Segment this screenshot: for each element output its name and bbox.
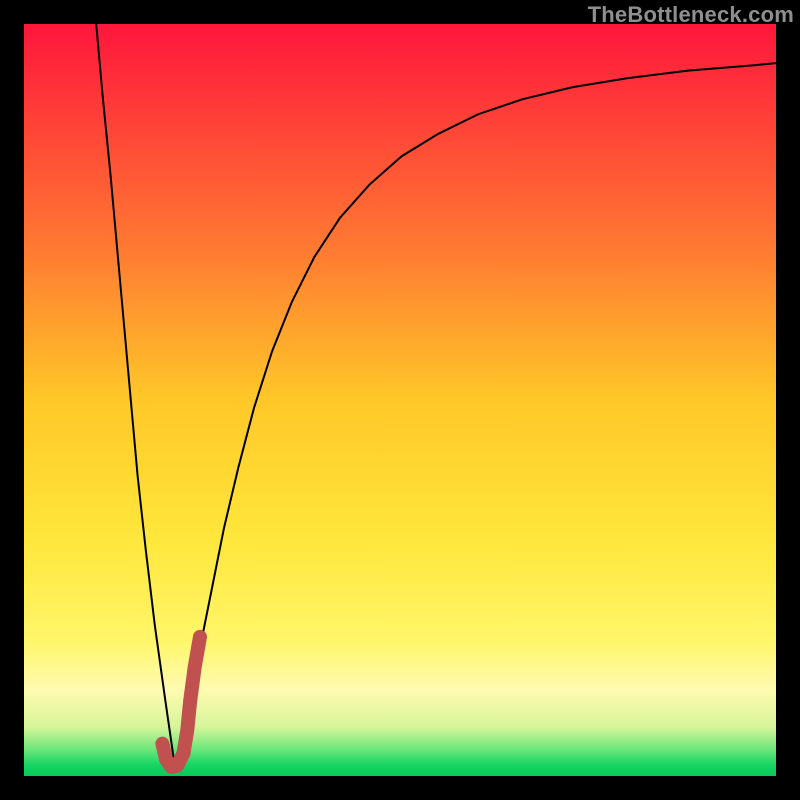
plot-area: [24, 24, 776, 776]
watermark-text: TheBottleneck.com: [588, 2, 794, 28]
outer-frame: TheBottleneck.com: [0, 0, 800, 800]
highlight-j: [162, 637, 200, 767]
curve-layer: [24, 24, 776, 776]
